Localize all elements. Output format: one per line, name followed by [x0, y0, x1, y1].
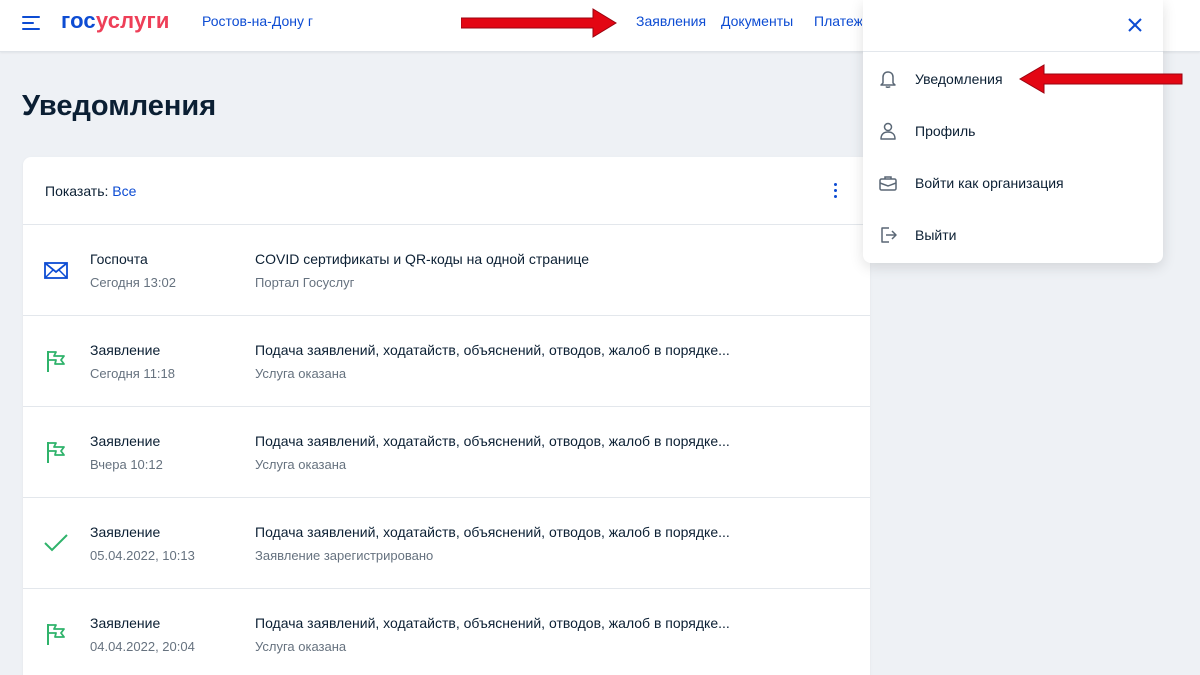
menu-burger-icon[interactable] [22, 14, 42, 32]
menu-item-label: Уведомления [915, 71, 1003, 87]
notification-subject: COVID сертификаты и QR-коды на одной стр… [255, 251, 590, 267]
menu-item-profile[interactable]: Профиль [863, 105, 1163, 157]
notification-date: 05.04.2022, 10:13 [90, 548, 195, 563]
notification-type: Заявление [90, 342, 161, 358]
notification-date: Вчера 10:12 [90, 457, 163, 472]
flag-icon [47, 351, 65, 372]
red-annotation-arrow [461, 8, 617, 38]
menu-item-logout[interactable]: Выйти [863, 209, 1163, 261]
notification-row[interactable]: Заявление Сегодня 11:18 Подача заявлений… [23, 316, 870, 407]
nav-platezhi[interactable]: Платежи [814, 13, 862, 29]
notification-status: Услуга оказана [255, 366, 347, 381]
red-annotation-arrow [1019, 64, 1183, 94]
notification-type: Госпочта [90, 251, 148, 267]
notifications-card: Показать: Все Госпочта Сегодня 13:02 COV… [23, 157, 870, 675]
notification-row[interactable]: Заявление Вчера 10:12 Подача заявлений, … [23, 407, 870, 498]
more-options-icon[interactable] [829, 181, 843, 201]
gosuslugi-logo[interactable]: госуслуги [61, 8, 170, 34]
notification-row[interactable]: Заявление 05.04.2022, 10:13 Подача заявл… [23, 498, 870, 589]
menu-item-label: Войти как организация [915, 175, 1064, 191]
notification-type: Заявление [90, 524, 161, 540]
checkmark-icon [44, 534, 68, 552]
notification-type: Заявление [90, 433, 161, 449]
notification-date: 04.04.2022, 20:04 [90, 639, 195, 654]
user-dropdown-menu: Уведомления Профиль Войти как организаци… [863, 0, 1183, 263]
filter-dropdown[interactable]: Все [112, 183, 136, 199]
flag-icon [47, 624, 65, 645]
menu-item-login-as-organization[interactable]: Войти как организация [863, 157, 1163, 209]
notification-subject: Подача заявлений, ходатайств, объяснений… [255, 615, 730, 631]
flag-icon [47, 442, 65, 463]
page-title: Уведомления [22, 90, 217, 122]
notification-subject: Подача заявлений, ходатайств, объяснений… [255, 433, 730, 449]
notification-subject: Подача заявлений, ходатайств, объяснений… [255, 342, 730, 358]
city-selector[interactable]: Ростов-на-Дону г [202, 13, 313, 29]
close-icon[interactable] [1125, 15, 1145, 35]
filter-label: Показать: Все [45, 183, 137, 199]
notification-status: Портал Госуслуг [255, 275, 355, 290]
bell-icon [880, 71, 896, 88]
logout-icon [881, 227, 897, 243]
notification-row[interactable]: Госпочта Сегодня 13:02 COVID сертификаты… [23, 225, 870, 316]
menu-item-label: Выйти [915, 227, 957, 243]
briefcase-icon [879, 176, 897, 191]
menu-item-notifications[interactable]: Уведомления [863, 53, 1183, 105]
notification-row[interactable]: Заявление 04.04.2022, 20:04 Подача заявл… [23, 589, 870, 675]
filter-bar: Показать: Все [23, 157, 870, 225]
notification-date: Сегодня 13:02 [90, 275, 176, 290]
notification-type: Заявление [90, 615, 161, 631]
notification-status: Услуга оказана [255, 639, 347, 654]
notification-status: Заявление зарегистрировано [255, 548, 434, 563]
dropdown-header [863, 0, 1163, 52]
nav-zayavleniya[interactable]: Заявления [636, 13, 706, 29]
notification-subject: Подача заявлений, ходатайств, объяснений… [255, 524, 730, 540]
envelope-icon [44, 262, 68, 279]
notification-date: Сегодня 11:18 [90, 366, 176, 381]
menu-item-label: Профиль [915, 123, 976, 139]
nav-dokumenty[interactable]: Документы [721, 13, 793, 29]
person-icon [880, 122, 896, 140]
notification-status: Услуга оказана [255, 457, 347, 472]
